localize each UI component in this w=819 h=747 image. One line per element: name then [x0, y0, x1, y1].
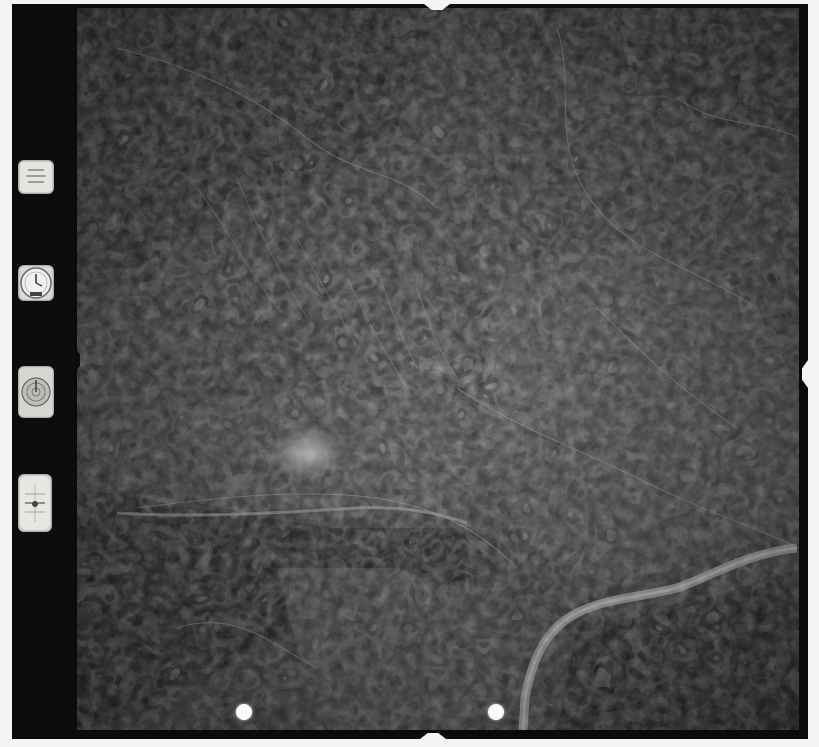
aerial-photograph	[77, 8, 799, 730]
data-plate-icon	[18, 160, 54, 194]
level-bubble-icon	[18, 474, 52, 532]
clock-icon	[18, 265, 54, 301]
altimeter-icon	[18, 366, 54, 418]
punch-hole	[236, 704, 252, 720]
punch-hole	[488, 704, 504, 720]
